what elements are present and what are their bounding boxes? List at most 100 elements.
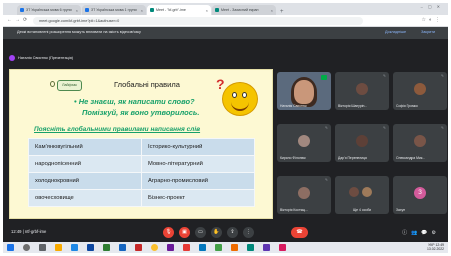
browser-tab[interactable]: ЗТ Українська мова 1 групи × [82, 5, 146, 15]
participant-name: Вікторія Костящ... [280, 208, 308, 212]
participant-tile[interactable]: ✎ Вікторія Костящ... [277, 176, 331, 214]
avatar [298, 187, 310, 199]
powerpoint-icon[interactable] [135, 244, 142, 251]
meet-icon [215, 8, 219, 12]
present-icon[interactable]: ⇪ [227, 227, 238, 238]
details-button[interactable]: Докладніше [385, 30, 406, 34]
address-bar: ←→⟳ meet.google.com/kf-grbf-ime?pli=1&au… [3, 15, 448, 27]
browser-tab-bar: ЗТ Українська мова 6 групи × ЗТ Українськ… [3, 3, 448, 15]
side-panel-icons[interactable]: ⓘ👥💬⚙ [402, 229, 440, 236]
tab-label: Meet - Захисний екран [221, 8, 259, 12]
word-icon[interactable] [119, 244, 126, 251]
participant-tile[interactable]: ✎ Дар'я Перепелиця [335, 124, 389, 162]
extension-icons[interactable]: ☆◐⋮ [421, 17, 443, 23]
app-icon[interactable] [279, 244, 286, 251]
browser-tab[interactable]: Meet - Захисний екран × [212, 5, 276, 15]
captions-icon[interactable]: ▭ [195, 227, 206, 238]
table-cell: овочесховище [28, 189, 142, 207]
eye [232, 92, 237, 98]
tab-label: Meet - "kf-grb"-ime [156, 8, 186, 12]
table-cell: Історико-культурний [141, 138, 255, 156]
explorer-icon[interactable] [55, 244, 62, 251]
meet-control-bar: 12:49 | ntf-grbf-ime 🎙 ▣ ▭ ✋ ⇪ ⋮ ☎ ⓘ👥💬⚙ [3, 224, 448, 242]
participant-tile[interactable]: ✎ Кирило Філонюк [277, 124, 331, 162]
start-icon[interactable] [7, 244, 14, 251]
window-controls[interactable]: –▢✕ [421, 4, 445, 9]
participant-tile[interactable]: ✎ Олександра Мик... [393, 124, 447, 162]
participant-tile[interactable]: Наталія Свистюк [277, 72, 331, 110]
slide-badge: Лайфхак [57, 80, 82, 91]
meet-logo-icon [321, 75, 327, 80]
app-icon[interactable] [231, 244, 238, 251]
clock-date: 13.02.2022 [427, 246, 444, 251]
meeting-time: 12:49 [11, 229, 22, 234]
avatar [362, 187, 372, 197]
banner-text: Деякі встановлені розширення можуть впли… [17, 30, 141, 34]
system-tray[interactable]: УКР 12:49 13.02.2022 [427, 243, 444, 251]
pin-icon[interactable]: ✎ [325, 126, 328, 130]
navigation-icons[interactable]: ←→⟳ [7, 17, 30, 23]
tab-label: ЗТ Українська мова 6 групи [26, 8, 72, 12]
app-icon[interactable] [247, 244, 254, 251]
mic-off-icon[interactable]: 🎙 [163, 227, 174, 238]
close-icon[interactable]: × [76, 8, 78, 13]
app-icon[interactable] [215, 244, 222, 251]
task-view-icon[interactable] [39, 244, 46, 251]
lightbulb-icon [50, 81, 55, 87]
meeting-code: ntf-grbf-ime [24, 229, 47, 234]
end-call-button[interactable]: ☎ [291, 227, 308, 238]
participant-name: Кирило Філонюк [280, 156, 306, 160]
camera-off-icon[interactable]: ▣ [179, 227, 190, 238]
pin-icon[interactable]: ✎ [441, 126, 444, 130]
thinking-smiley-icon [222, 82, 258, 116]
browser-tab[interactable]: ЗТ Українська мова 6 групи × [17, 5, 81, 15]
table-row: народнопісенний Мовно-літературний [28, 155, 255, 173]
edge-icon[interactable] [71, 244, 78, 251]
table-row: овочесховище Бізнес-проект [28, 189, 255, 207]
pin-icon[interactable]: ✎ [383, 74, 386, 78]
close-icon[interactable]: × [206, 8, 208, 13]
table-cell: Мовно-літературний [141, 155, 255, 173]
app-icon[interactable] [263, 244, 270, 251]
slide-title: Глобальні правила [114, 80, 180, 89]
store-icon[interactable] [87, 244, 94, 251]
more-participants-label: Ще 4 особи [353, 208, 372, 212]
telegram-icon[interactable] [199, 244, 206, 251]
pin-icon[interactable]: ✎ [325, 178, 328, 182]
participant-tile[interactable]: Ще 4 особи [335, 176, 389, 214]
pin-icon[interactable]: ✎ [383, 126, 386, 130]
participant-name: Наталія Свистюк [280, 104, 307, 108]
screen: ЗТ Українська мова 6 групи × ЗТ Українськ… [3, 3, 448, 253]
avatar [356, 135, 368, 147]
close-banner-button[interactable]: Закрити [421, 30, 435, 34]
acrobat-icon[interactable] [183, 244, 190, 251]
pin-icon[interactable]: ✎ [441, 74, 444, 78]
close-icon[interactable]: × [141, 8, 143, 13]
raise-hand-icon[interactable]: ✋ [211, 227, 222, 238]
participant-name: Вікторія Шапурін... [338, 104, 368, 108]
avatar [414, 135, 426, 147]
table-cell: Кам'янювугільний [28, 138, 142, 156]
viber-icon[interactable] [167, 244, 174, 251]
avatar [9, 55, 15, 61]
slide-subtitle: Поясніть глобальними правилами написання… [34, 126, 201, 133]
participant-tile[interactable]: З Захуп [393, 176, 447, 214]
warning-banner: Деякі встановлені розширення можуть впли… [3, 27, 448, 39]
excel-icon[interactable] [103, 244, 110, 251]
close-icon[interactable]: × [271, 8, 273, 13]
participant-tile[interactable]: ✎ Софія Громко [393, 72, 447, 110]
browser-tab-active[interactable]: Meet - "kf-grb"-ime × [147, 5, 211, 15]
avatar-letter: З [414, 187, 426, 199]
participant-face [294, 80, 314, 104]
participant-name: Дар'я Перепелиця [338, 156, 367, 160]
table-cell: народнопісенний [28, 155, 142, 173]
table-cell: Аграрно-промисловий [141, 172, 255, 190]
more-options-icon[interactable]: ⋮ [243, 227, 254, 238]
search-icon[interactable] [23, 244, 30, 251]
participant-tile[interactable]: ✎ Вікторія Шапурін... [335, 72, 389, 110]
mouth [231, 101, 249, 111]
chrome-icon[interactable] [151, 244, 158, 251]
avatar [356, 83, 368, 95]
table-row: Кам'янювугільний Історико-культурний [28, 138, 255, 156]
url-field[interactable]: meet.google.com/kf-grbf-ime?pli=1&authus… [33, 17, 363, 25]
